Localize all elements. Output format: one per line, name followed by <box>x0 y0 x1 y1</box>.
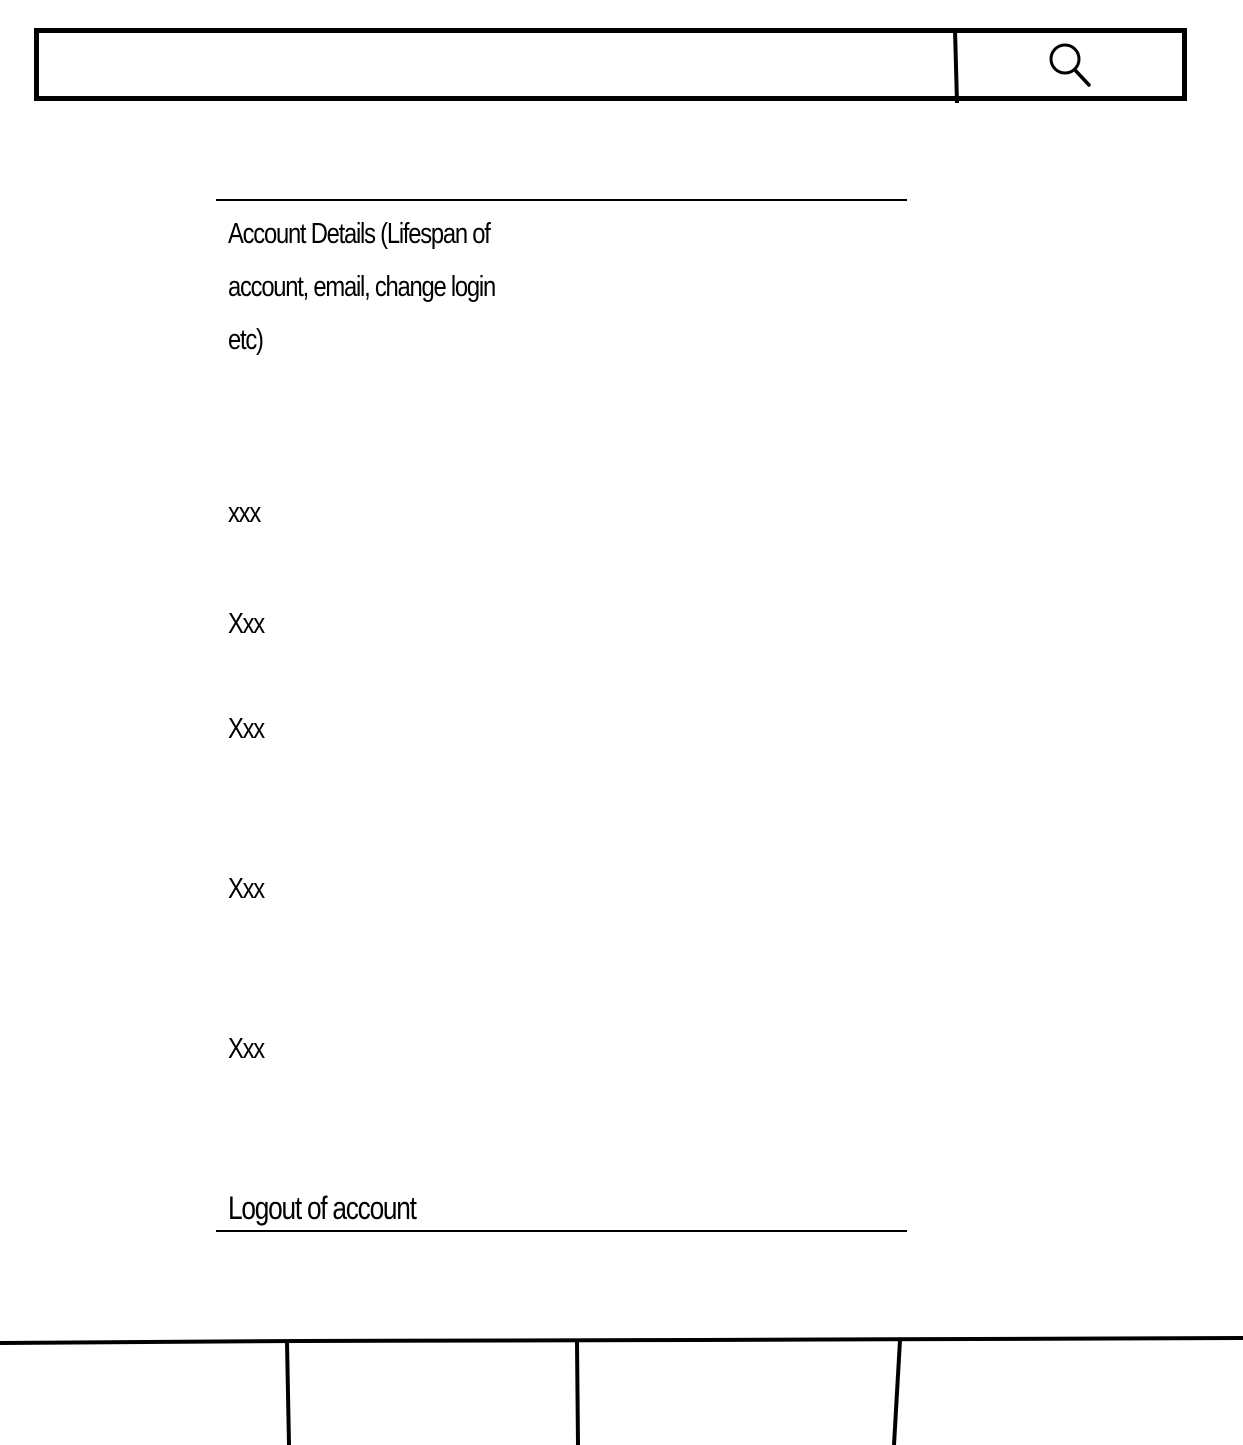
search-button[interactable] <box>960 33 1182 96</box>
logout-link[interactable]: Logout of account <box>228 1182 417 1235</box>
search-input[interactable] <box>39 33 957 96</box>
account-details-title: Account Details (Lifespan of account, em… <box>228 218 496 356</box>
bottom-nav-tab-3[interactable] <box>581 1348 892 1445</box>
account-detail-item: xxx <box>228 497 261 529</box>
account-detail-item: Xxx <box>228 713 265 745</box>
account-detail-item: Xxx <box>228 873 265 905</box>
panel-top-rule <box>216 199 907 201</box>
account-detail-item: Xxx <box>228 1033 265 1065</box>
bottom-nav-tab-2[interactable] <box>291 1348 575 1445</box>
bottom-nav <box>0 1330 1243 1445</box>
bottom-nav-tab-1[interactable] <box>0 1348 285 1445</box>
bottom-nav-tab-4[interactable] <box>899 1348 1243 1445</box>
account-detail-item: Xxx <box>228 608 265 640</box>
search-bar <box>34 28 1187 104</box>
panel-bottom-rule <box>216 1230 907 1232</box>
search-icon <box>1049 43 1091 87</box>
